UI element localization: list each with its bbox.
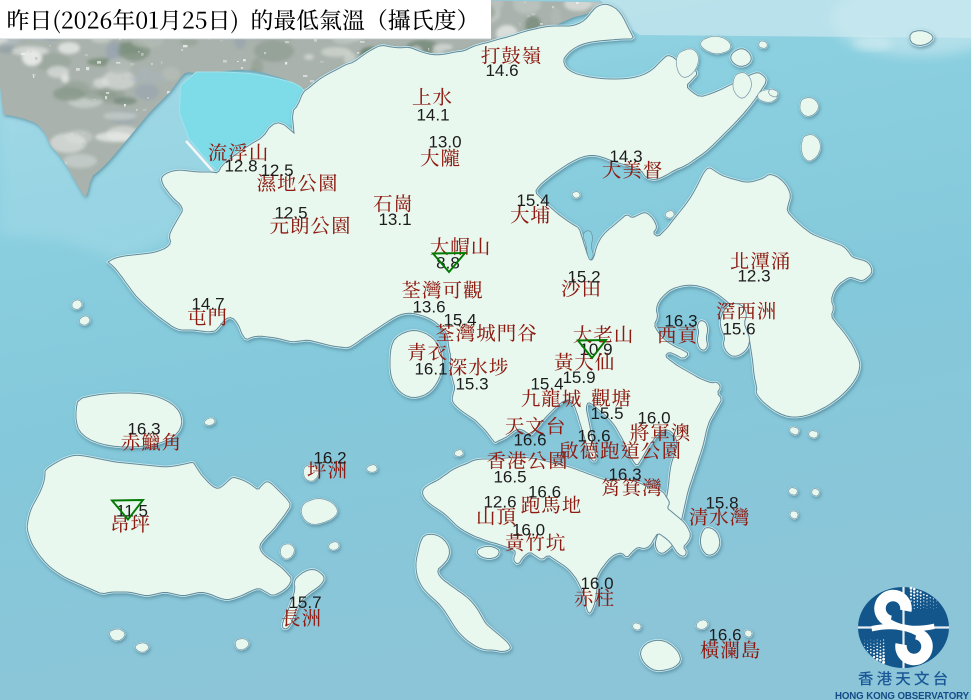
svg-text:12.8: 12.8 xyxy=(224,157,257,176)
svg-text:16.0: 16.0 xyxy=(512,521,545,540)
svg-text:13.6: 13.6 xyxy=(412,298,445,317)
svg-text:15.2: 15.2 xyxy=(567,268,600,287)
svg-text:16.5: 16.5 xyxy=(493,468,526,487)
svg-text:16.3: 16.3 xyxy=(127,420,160,439)
svg-text:12.3: 12.3 xyxy=(737,267,770,286)
svg-text:15.4: 15.4 xyxy=(516,191,549,210)
svg-text:13.1: 13.1 xyxy=(378,210,411,229)
svg-text:15.5: 15.5 xyxy=(590,404,623,423)
svg-text:14.7: 14.7 xyxy=(191,295,224,314)
svg-text:15.6: 15.6 xyxy=(722,320,755,339)
svg-text:HONG KONG OBSERVATORY: HONG KONG OBSERVATORY xyxy=(835,691,970,700)
svg-text:15.4: 15.4 xyxy=(443,311,476,330)
svg-text:16.2: 16.2 xyxy=(313,449,346,468)
svg-text:13.0: 13.0 xyxy=(428,133,461,152)
svg-text:12.5: 12.5 xyxy=(260,161,293,180)
svg-text:16.6: 16.6 xyxy=(513,431,546,450)
svg-text:16.1: 16.1 xyxy=(414,360,447,379)
svg-text:16.0: 16.0 xyxy=(580,574,613,593)
svg-text:15.3: 15.3 xyxy=(455,375,488,394)
svg-text:14.1: 14.1 xyxy=(416,106,449,125)
svg-text:15.8: 15.8 xyxy=(705,494,738,513)
svg-text:16.3: 16.3 xyxy=(664,312,697,331)
svg-text:12.6: 12.6 xyxy=(483,493,516,512)
svg-text:15.7: 15.7 xyxy=(288,593,321,612)
svg-text:15.9: 15.9 xyxy=(562,368,595,387)
svg-text:16.3: 16.3 xyxy=(608,465,641,484)
svg-text:15.4: 15.4 xyxy=(530,375,563,394)
svg-text:16.6: 16.6 xyxy=(528,483,561,502)
svg-text:16.6: 16.6 xyxy=(577,427,610,446)
svg-text:16.6: 16.6 xyxy=(708,626,741,645)
svg-text:14.6: 14.6 xyxy=(485,61,518,80)
svg-text:12.5: 12.5 xyxy=(274,204,307,223)
svg-text:16.0: 16.0 xyxy=(637,409,670,428)
svg-text:14.3: 14.3 xyxy=(609,147,642,166)
